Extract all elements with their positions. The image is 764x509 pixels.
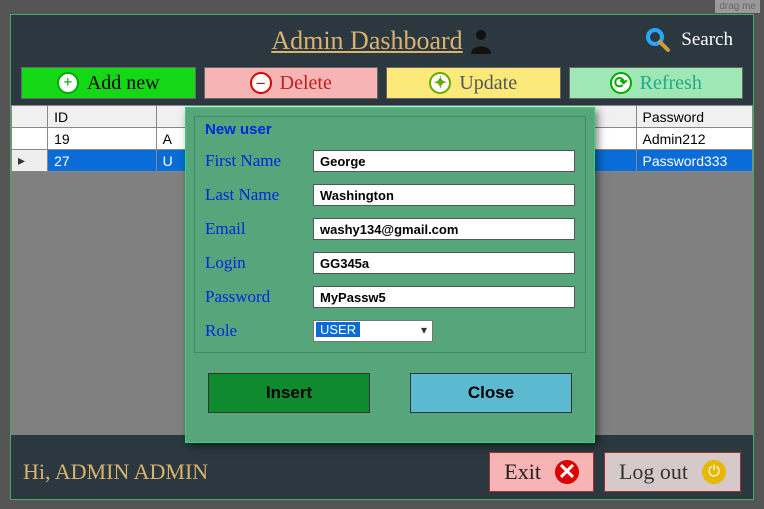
row-selector[interactable] [12,128,48,150]
insert-label: Insert [266,383,312,403]
title-bar: Admin Dashboard Search [11,15,753,67]
role-select[interactable]: USER [313,320,433,342]
email-field[interactable] [313,218,575,240]
toolbar: + Add new – Delete ✦ Update ⟳ Refresh [11,67,753,105]
drag-handle[interactable]: drag me [715,0,760,13]
last-name-label: Last Name [205,185,313,205]
cell-password[interactable]: Admin212 [636,128,752,150]
password-label: Password [205,287,313,307]
refresh-icon: ⟳ [610,72,632,94]
exit-button[interactable]: Exit ✕ [489,452,594,492]
refresh-label: Refresh [640,72,702,95]
user-icon [469,28,493,54]
new-user-dialog: New user First Name Last Name Email Logi… [185,107,595,443]
email-label: Email [205,219,313,239]
refresh-button[interactable]: ⟳ Refresh [569,67,744,99]
first-name-field[interactable] [313,150,575,172]
close-label: Close [468,383,514,403]
cell-password[interactable]: Password333 [636,150,752,172]
close-icon: ✕ [555,460,579,484]
close-button[interactable]: Close [410,373,572,413]
row-selector-header [12,106,48,128]
main-window: Admin Dashboard Search + Add new – Delet… [10,14,754,500]
update-label: Update [459,72,517,95]
gear-icon: ✦ [429,72,451,94]
dialog-body: New user First Name Last Name Email Logi… [194,116,586,353]
page-title: Admin Dashboard [271,26,462,56]
dialog-title: New user [205,121,575,138]
last-name-field[interactable] [313,184,575,206]
first-name-label: First Name [205,151,313,171]
footer: Hi, ADMIN ADMIN Exit ✕ Log out ⏻ [11,445,753,499]
minus-icon: – [250,72,272,94]
cell-id[interactable]: 27 [48,150,156,172]
add-new-button[interactable]: + Add new [21,67,196,99]
password-field[interactable] [313,286,575,308]
update-button[interactable]: ✦ Update [386,67,561,99]
password-header[interactable]: Password [636,106,752,128]
delete-button[interactable]: – Delete [204,67,379,99]
logout-button[interactable]: Log out ⏻ [604,452,741,492]
delete-label: Delete [280,72,332,95]
plus-icon: + [57,72,79,94]
power-icon: ⏻ [702,460,726,484]
insert-button[interactable]: Insert [208,373,370,413]
login-field[interactable] [313,252,575,274]
greeting-label: Hi, ADMIN ADMIN [23,459,479,485]
id-header[interactable]: ID [48,106,156,128]
role-label: Role [205,321,313,341]
exit-label: Exit [504,459,541,485]
cell-id[interactable]: 19 [48,128,156,150]
add-new-label: Add new [87,72,160,95]
search-icon [645,27,671,53]
search-label: Search [681,29,733,51]
search-area[interactable]: Search [645,27,733,53]
logout-label: Log out [619,459,688,485]
dialog-buttons: Insert Close [186,361,594,427]
login-label: Login [205,253,313,273]
row-selector-current[interactable]: ▸ [12,150,48,172]
role-selected-value: USER [316,322,360,337]
